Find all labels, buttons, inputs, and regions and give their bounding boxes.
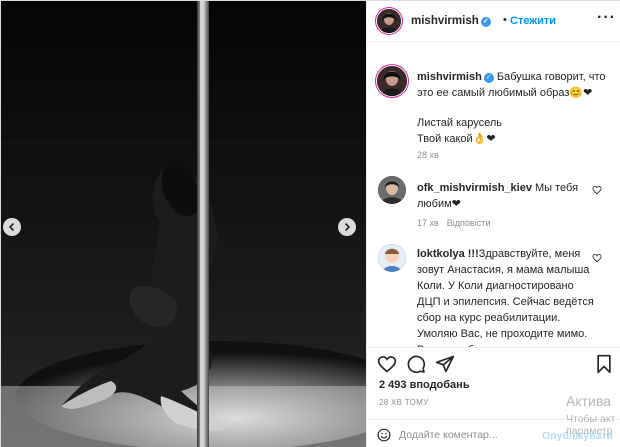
- share-icon[interactable]: [435, 354, 455, 374]
- verified-badge-icon: ✓: [483, 73, 494, 83]
- author-avatar[interactable]: [377, 9, 401, 33]
- windows-activation-title: Актива: [566, 393, 611, 409]
- comment-avatar[interactable]: [378, 244, 406, 272]
- post-header: mishvirmish ✓ • Стежити ···: [367, 1, 620, 42]
- follow-button[interactable]: Стежити: [510, 15, 556, 27]
- separator-dot: •: [503, 14, 507, 26]
- avatar-image: [378, 176, 406, 204]
- comment-text: Здравствуйте, меня зовут Анастасия, я ма…: [417, 248, 594, 347]
- avatar-image: [378, 244, 406, 272]
- comment-item: loktkolya !!!Здравствуйте, меня зовут Ан…: [417, 246, 597, 347]
- comment-avatar[interactable]: [378, 176, 406, 204]
- emoji-icon[interactable]: [377, 428, 391, 442]
- instagram-post: mishvirmish ✓ • Стежити ··· mishvirmish ✓ …: [0, 0, 620, 447]
- action-bar: [367, 347, 620, 377]
- caption-username[interactable]: mishvirmish: [417, 71, 482, 83]
- comment-item: ofk_mishvirmish_kiev Мы тебя любим❤: [417, 180, 597, 212]
- caption-time[interactable]: 28 хв: [417, 150, 439, 160]
- chevron-left-icon: [8, 222, 15, 232]
- caption-author-avatar[interactable]: [377, 66, 407, 96]
- chevron-right-icon: [344, 222, 351, 232]
- photo-image: [1, 1, 366, 447]
- caption-line-2: Листай карусель: [417, 117, 503, 129]
- windows-activation-subtitle: Чтобы акт параметр: [566, 413, 616, 437]
- author-username[interactable]: mishvirmish ✓: [411, 15, 491, 27]
- like-heart-icon[interactable]: [377, 354, 397, 374]
- comment-time[interactable]: 17 хв: [417, 218, 439, 228]
- add-comment-input[interactable]: [399, 427, 539, 443]
- post-side-panel: mishvirmish ✓ • Стежити ··· mishvirmish ✓ …: [366, 1, 620, 447]
- more-options-icon[interactable]: ···: [597, 9, 616, 27]
- post-photo[interactable]: [1, 1, 366, 447]
- posted-time[interactable]: 28 ХВ ТОМУ: [379, 398, 429, 407]
- likes-count[interactable]: 2 493 вподобань: [379, 379, 470, 391]
- avatar-image: [377, 9, 401, 33]
- avatar-image: [377, 66, 407, 96]
- verified-badge-icon: ✓: [480, 17, 491, 27]
- carousel-next-button[interactable]: [338, 218, 356, 236]
- post-caption: mishvirmish ✓ Бабушка говорит, что это ее…: [417, 69, 607, 147]
- carousel-previous-button[interactable]: [3, 218, 21, 236]
- like-comment-heart-icon[interactable]: [592, 185, 602, 195]
- save-bookmark-icon[interactable]: [595, 354, 613, 374]
- like-comment-heart-icon[interactable]: [592, 253, 602, 263]
- reply-button[interactable]: Відповісти: [447, 218, 491, 228]
- comment-username[interactable]: ofk_mishvirmish_kiev: [417, 182, 532, 194]
- caption-line-3: Твой какой👌❤: [417, 133, 496, 145]
- comment-username[interactable]: loktkolya !!!: [417, 248, 479, 260]
- comment-meta: 17 хв Відповісти: [417, 218, 498, 228]
- comment-icon[interactable]: [406, 354, 426, 374]
- comments-list[interactable]: mishvirmish ✓ Бабушка говорит, что это ее…: [367, 42, 620, 347]
